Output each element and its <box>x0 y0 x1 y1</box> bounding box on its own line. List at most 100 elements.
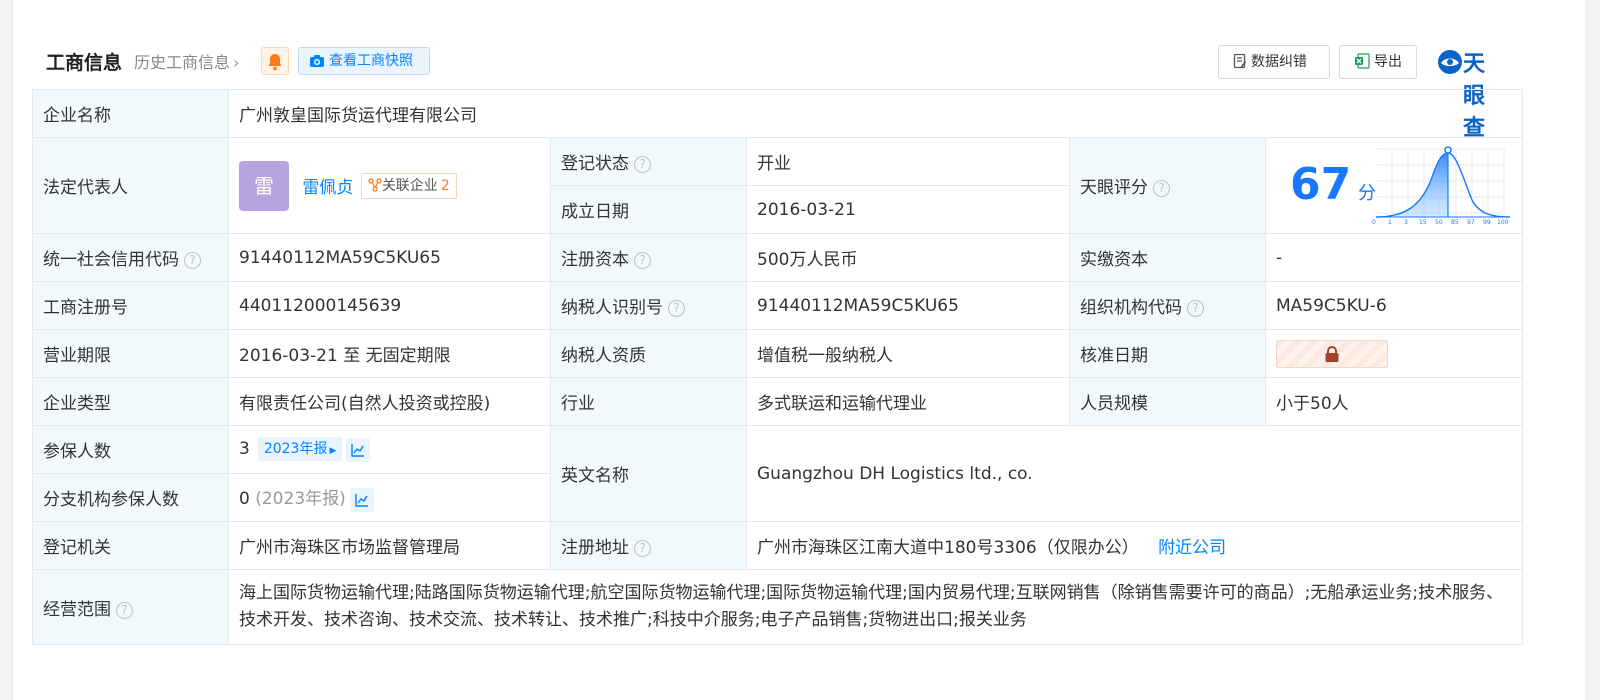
help-icon[interactable]: ? <box>634 252 651 269</box>
branch-trend-button[interactable] <box>349 487 374 512</box>
help-icon[interactable]: ? <box>634 540 651 557</box>
caret-right-icon: ▶ <box>329 446 337 456</box>
insured-label: 参保人数 <box>32 425 229 474</box>
export-label: 导出 <box>1374 54 1402 70</box>
biz-reg-no-value: 440112000145639 <box>228 281 551 330</box>
trend-chart-icon <box>355 493 368 507</box>
relation-icon <box>368 177 382 192</box>
scope-label-cell: 经营范围? <box>32 569 229 645</box>
score-distribution-chart <box>1376 145 1511 218</box>
section-header: 工商信息 历史工商信息 › 查看工商快照 数据纠错 导出 天眼查 <box>46 44 1536 141</box>
help-icon[interactable]: ? <box>668 300 685 317</box>
chevron-right-icon: › <box>233 53 240 72</box>
axis-tick: 97 <box>1467 218 1475 226</box>
authority-label: 登记机关 <box>32 521 229 570</box>
paid-capital-label: 实缴资本 <box>1069 233 1266 282</box>
export-button[interactable]: 导出 <box>1339 45 1417 79</box>
score-label: 天眼评分 <box>1080 178 1148 198</box>
branch-insured-label: 分支机构参保人数 <box>32 473 229 522</box>
legal-rep-name-link[interactable]: 雷佩贞 <box>302 178 353 198</box>
scope-value: 海上国际货物运输代理;陆路国际货物运输代理;航空国际货物运输代理;国际货物运输代… <box>227 569 1524 645</box>
axis-tick: 100 <box>1497 218 1509 226</box>
legal-rep-label: 法定代表人 <box>32 137 229 234</box>
excel-icon <box>1355 53 1370 69</box>
type-value: 有限责任公司(自然人投资或控股) <box>228 377 551 426</box>
capital-label: 注册资本 <box>561 250 629 270</box>
related-count: 2 <box>440 177 450 194</box>
company-name-value: 广州敦皇国际货运代理有限公司 <box>227 89 1524 138</box>
taxpayer-id-label: 纳税人识别号 <box>561 298 663 318</box>
insured-value: 3 <box>239 439 250 459</box>
credit-code-value: 91440112MA59C5KU65 <box>228 233 551 282</box>
taxpayer-id-value: 91440112MA59C5KU65 <box>746 281 1070 330</box>
avatar[interactable]: 雷 <box>239 160 289 211</box>
term-label: 营业期限 <box>32 329 229 378</box>
approval-date-cell <box>1264 329 1524 378</box>
address-label-cell: 注册地址? <box>550 521 747 570</box>
term-value: 2016-03-21 至 无固定期限 <box>228 329 551 378</box>
snapshot-button[interactable]: 查看工商快照 <box>298 47 430 75</box>
reg-status-label: 登记状态 <box>561 154 629 174</box>
found-date-value: 2016-03-21 <box>746 185 1070 234</box>
capital-value: 500万人民币 <box>746 233 1070 282</box>
reg-status-label-cell: 登记状态? <box>550 137 747 186</box>
org-code-value: MA59C5KU-6 <box>1264 281 1524 330</box>
insured-trend-button[interactable] <box>346 438 371 462</box>
help-icon[interactable]: ? <box>1187 300 1204 317</box>
help-icon[interactable]: ? <box>116 601 133 619</box>
branch-insured-cell: 0 (2023年报) <box>228 473 551 522</box>
company-name-label: 企业名称 <box>32 89 229 138</box>
related-companies-badge[interactable]: 关联企业 2 <box>360 172 457 199</box>
english-name-label: 英文名称 <box>550 425 747 522</box>
address-label: 注册地址 <box>561 538 629 558</box>
scope-label: 经营范围 <box>43 599 111 620</box>
approval-date-label: 核准日期 <box>1069 329 1266 378</box>
taxpayer-qual-value: 增值税一般纳税人 <box>746 329 1070 378</box>
data-correction-label: 数据纠错 <box>1251 54 1307 70</box>
credit-code-label-cell: 统一社会信用代码? <box>32 233 229 282</box>
score-label-cell: 天眼评分? <box>1069 137 1266 234</box>
nearby-companies-link[interactable]: 附近公司 <box>1158 538 1226 558</box>
locked-content-button[interactable] <box>1276 339 1388 368</box>
help-icon[interactable]: ? <box>1153 180 1170 197</box>
biz-reg-no-label: 工商注册号 <box>32 281 229 330</box>
history-link[interactable]: 历史工商信息 › <box>134 49 239 73</box>
english-name-value: Guangzhou DH Logistics ltd., co. <box>745 425 1524 522</box>
branch-insured-value: 0 <box>239 488 250 509</box>
org-code-label-cell: 组织机构代码? <box>1069 281 1266 330</box>
org-code-label: 组织机构代码 <box>1080 298 1182 318</box>
insured-year-tag[interactable]: 2023年报 ▶ <box>257 437 343 461</box>
axis-tick: 1 <box>1388 218 1392 226</box>
axis-tick: 85 <box>1451 218 1459 226</box>
taxpayer-qual-label: 纳税人资质 <box>550 329 747 378</box>
insured-year-label: 2023年报 <box>263 441 328 457</box>
legal-rep-cell: 雷 雷佩贞 关联企业 2 <box>228 137 551 234</box>
found-date-label: 成立日期 <box>550 185 747 234</box>
lock-icon <box>1325 345 1339 362</box>
industry-value: 多式联运和运输代理业 <box>746 377 1070 426</box>
brand-eye-icon <box>1438 50 1462 74</box>
address-cell: 广州市海珠区江南大道中180号3306（仅限办公） 附近公司 <box>745 521 1524 570</box>
data-correction-button[interactable]: 数据纠错 <box>1218 45 1330 79</box>
related-label: 关联企业 <box>381 177 438 194</box>
staff-value: 小于50人 <box>1264 377 1524 426</box>
credit-code-label: 统一社会信用代码 <box>43 250 179 270</box>
history-link-label: 历史工商信息 <box>134 53 231 72</box>
taxpayer-id-label-cell: 纳税人识别号? <box>550 281 747 330</box>
trend-chart-icon <box>351 444 365 457</box>
bell-icon <box>268 54 282 71</box>
score-cell: 67 分 0 1 3 15 50 85 97 99 100 <box>1264 137 1524 234</box>
branch-insured-year: (2023年报) <box>255 488 346 509</box>
paid-capital-value: - <box>1264 233 1524 282</box>
bell-button[interactable] <box>261 47 289 75</box>
axis-tick: 0 <box>1372 218 1376 226</box>
reg-status-value: 开业 <box>746 137 1070 186</box>
score-number: 67 <box>1290 158 1352 210</box>
insured-cell: 3 2023年报 ▶ <box>228 425 551 474</box>
help-icon[interactable]: ? <box>184 252 201 269</box>
capital-label-cell: 注册资本? <box>550 233 747 282</box>
business-info-table: 企业名称 广州敦皇国际货运代理有限公司 法定代表人 雷 雷佩贞 关联企业 2 登记… <box>32 89 1524 645</box>
authority-value: 广州市海珠区市场监督管理局 <box>228 521 551 570</box>
score-panel[interactable]: 67 分 0 1 3 15 50 85 97 99 100 <box>1266 139 1521 233</box>
help-icon[interactable]: ? <box>634 156 651 173</box>
